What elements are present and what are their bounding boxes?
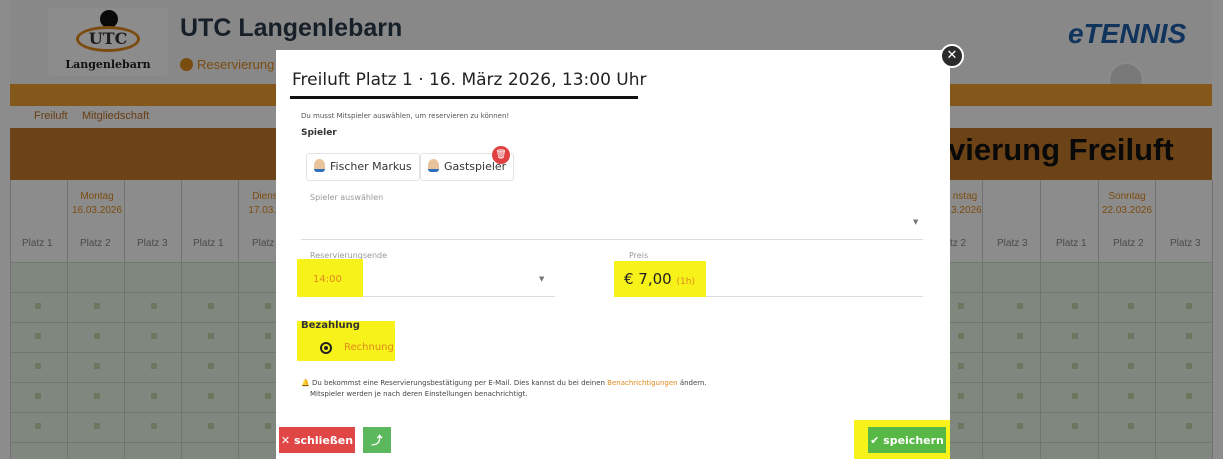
payment-radio[interactable]	[320, 342, 332, 354]
payment-option-label[interactable]: Rechnung	[344, 342, 394, 353]
remove-player-icon[interactable]: 🗑	[492, 146, 510, 164]
players-hint: Du musst Mitspieler auswählen, um reserv…	[301, 112, 510, 120]
dialog-title: Freiluft Platz 1 · 16. März 2026, 13:00 …	[292, 70, 647, 90]
close-icon[interactable]: ✕	[940, 44, 964, 68]
price-value: € 7,00 (1h)	[624, 270, 695, 288]
payment-label: Bezahlung	[301, 320, 360, 331]
caret-down-icon: ▼	[913, 218, 919, 226]
close-button[interactable]: ✕ schließen	[279, 427, 355, 453]
radio-dot	[324, 346, 328, 350]
reservation-end-select[interactable]: 14:00 ▼	[297, 259, 555, 297]
notifications-link[interactable]: Benachrichtigungen	[607, 379, 677, 387]
x-icon: ✕	[280, 433, 294, 447]
check-icon: ✔	[870, 433, 884, 447]
player-chip[interactable]: Fischer Markus	[306, 153, 420, 181]
bell-icon: 🔔	[301, 379, 310, 387]
players-label: Spieler	[301, 128, 337, 138]
player-icon	[314, 159, 325, 172]
caret-down-icon: ▼	[539, 275, 545, 283]
notification-info: 🔔 Du bekommst eine Reservierungsbestätig…	[301, 379, 707, 398]
share-icon: ⤴	[371, 434, 383, 447]
price-field: € 7,00 (1h)	[614, 261, 923, 297]
player-select[interactable]: ▼	[301, 206, 923, 240]
reservation-dialog: Freiluft Platz 1 · 16. März 2026, 13:00 …	[276, 50, 950, 459]
save-button[interactable]: ✔ speichern	[868, 427, 946, 453]
price-label: Preis	[629, 251, 649, 260]
title-underline	[290, 96, 638, 99]
share-button[interactable]: ⤴	[363, 427, 391, 453]
reservation-end-value: 14:00	[313, 274, 342, 285]
select-player-label: Spieler auswählen	[310, 193, 384, 202]
player-icon	[428, 159, 439, 172]
